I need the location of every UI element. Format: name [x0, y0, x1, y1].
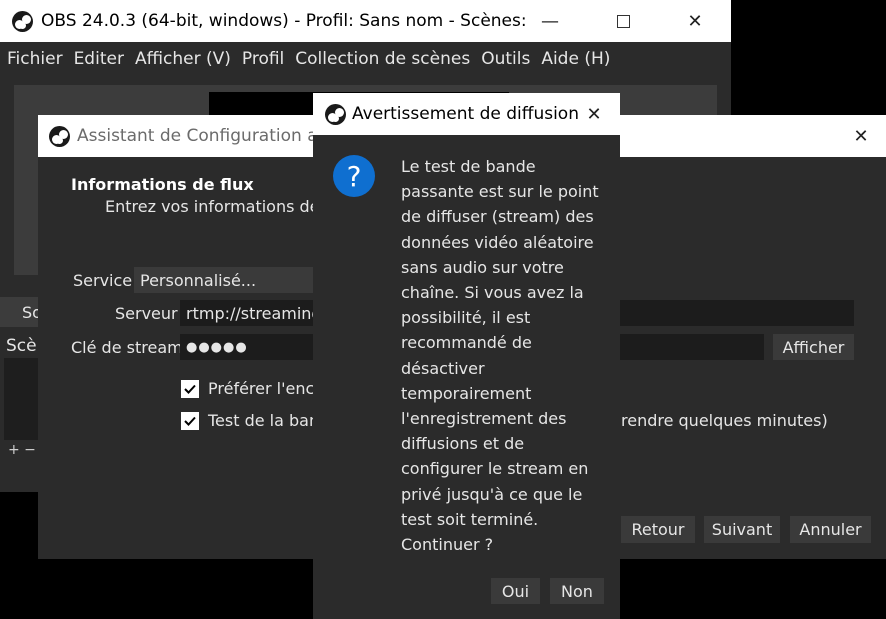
maximize-icon[interactable] [600, 0, 646, 42]
prefer-encoder-label: Préférer l'enco [208, 379, 325, 398]
bandwidth-test-label-suffix: rendre quelques minutes) [621, 411, 828, 430]
question-icon: ? [333, 155, 375, 197]
message-line: données vidéo aléatoire [401, 232, 594, 252]
dialog-title-bar: Avertissement de diffusion ✕ [313, 93, 620, 135]
controls-dock-tab[interactable]: So [0, 297, 42, 327]
section-title: Informations de flux [71, 175, 254, 194]
scene-add-remove-buttons[interactable]: + − [8, 442, 36, 458]
next-button[interactable]: Suivant [704, 516, 780, 543]
message-line: possibilité, il est [401, 308, 531, 328]
close-icon[interactable]: ✕ [672, 0, 718, 42]
message-line: privé jusqu'à ce que le [401, 484, 583, 504]
scenes-list[interactable] [4, 358, 38, 440]
yes-button[interactable]: Oui [491, 578, 540, 604]
message-line: désactiver [401, 358, 485, 378]
back-button[interactable]: Retour [621, 516, 695, 543]
message-line: temporairement [401, 383, 532, 403]
menu-profil[interactable]: Profil [242, 49, 284, 69]
message-line: Continuer ? [401, 535, 494, 555]
menu-fichier[interactable]: Fichier [7, 49, 63, 69]
message-line: test soit terminé. [401, 509, 539, 529]
dialog-title: Avertissement de diffusion [352, 104, 579, 124]
no-button[interactable]: Non [550, 578, 604, 604]
obs-logo-icon [12, 10, 33, 32]
minimize-icon[interactable]: — [527, 0, 573, 42]
service-select[interactable]: Personnalisé... [134, 267, 314, 293]
prefer-encoder-checkbox[interactable] [181, 380, 199, 398]
message-line: diffusions et de [401, 434, 525, 454]
main-window-title: OBS 24.0.3 (64-bit, windows) - Profil: S… [41, 11, 531, 31]
menu-bar: Fichier Editer Afficher (V) Profil Colle… [0, 42, 731, 76]
message-line: configurer le stream en [401, 459, 589, 479]
message-line: recommandé de [401, 333, 532, 353]
wizard-title: Assistant de Configuration au [77, 126, 329, 146]
warning-message: Le test de bande passante est sur le poi… [401, 154, 616, 557]
message-line: chaîne. Si vous avez la [401, 283, 584, 303]
dialog-close-icon[interactable]: ✕ [571, 93, 617, 135]
menu-aide[interactable]: Aide (H) [541, 49, 610, 69]
message-line: l'enregistrement des [401, 409, 567, 429]
section-subtitle: Entrez vos informations de s [105, 197, 333, 216]
message-line: passante est sur le point [401, 182, 599, 202]
bandwidth-test-label: Test de la band [208, 411, 330, 430]
menu-collection-scenes[interactable]: Collection de scènes [295, 49, 470, 69]
service-label: Service [73, 271, 133, 290]
obs-logo-icon [325, 103, 346, 125]
cancel-button[interactable]: Annuler [790, 516, 871, 543]
bandwidth-test-checkbox[interactable] [181, 412, 199, 430]
message-line: Le test de bande [401, 157, 536, 176]
message-line: de diffuser (stream) des [401, 207, 594, 227]
menu-outils[interactable]: Outils [481, 49, 530, 69]
menu-afficher[interactable]: Afficher (V) [135, 49, 231, 69]
streaming-warning-dialog: Avertissement de diffusion ✕ ? Le test d… [313, 93, 620, 619]
server-label: Serveur [115, 304, 178, 323]
menu-editer[interactable]: Editer [74, 49, 124, 69]
main-title-bar: OBS 24.0.3 (64-bit, windows) - Profil: S… [0, 0, 731, 42]
stream-key-label: Clé de stream [71, 338, 183, 357]
message-line: sans audio sur votre [401, 257, 564, 277]
show-key-button[interactable]: Afficher [773, 334, 854, 360]
wizard-close-icon[interactable]: ✕ [838, 115, 884, 157]
obs-logo-icon [49, 125, 70, 147]
